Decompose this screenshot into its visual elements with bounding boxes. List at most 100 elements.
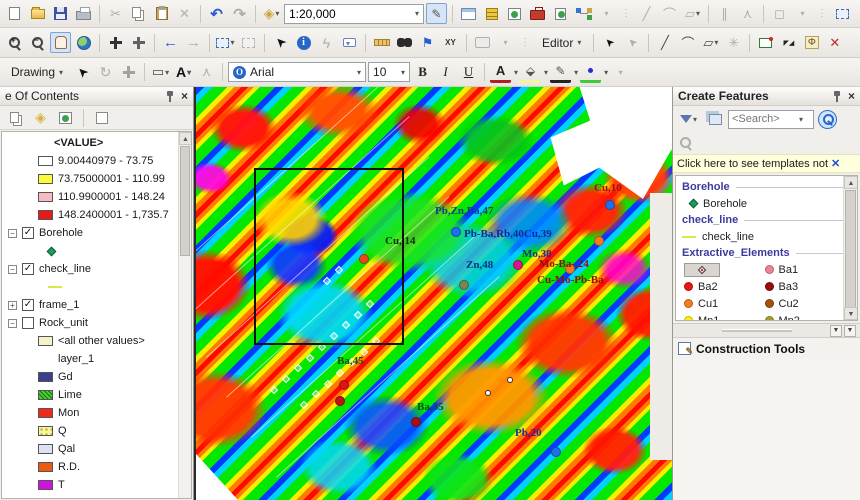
python-window-button[interactable]	[550, 3, 571, 24]
line-color-button[interactable]: ✎	[550, 62, 571, 83]
extra-tool-button[interactable]	[832, 3, 853, 24]
template-scrollbar[interactable]: ▲ ▼	[843, 176, 857, 320]
search-input[interactable]	[732, 113, 798, 125]
template-group-borehole[interactable]: Borehole	[682, 179, 843, 195]
fixed-zoom-in-button[interactable]	[105, 32, 126, 53]
scroll-thumb[interactable]	[845, 190, 856, 321]
toolbar-overflow-button[interactable]: ▾	[495, 32, 516, 53]
marker-color-button[interactable]	[580, 62, 601, 83]
template-filter-button[interactable]: ▾	[678, 109, 699, 130]
template-item[interactable]: Cu1	[682, 295, 763, 312]
catalog-button[interactable]	[481, 3, 502, 24]
class-swatch[interactable]	[38, 192, 53, 202]
template-item[interactable]: Mn2	[763, 312, 844, 321]
save-button[interactable]	[50, 3, 71, 24]
legend-class-row[interactable]: 148.2400001 - 1,735.7	[2, 206, 191, 224]
attributes-button[interactable]: Φ	[801, 32, 822, 53]
scale-input[interactable]	[289, 7, 399, 21]
class-swatch[interactable]	[38, 426, 53, 436]
clear-search-icon[interactable]	[679, 136, 693, 150]
checkline-symbol[interactable]	[48, 286, 62, 288]
scroll-up-button[interactable]: ▲	[844, 176, 858, 189]
create-line-button[interactable]: ╱	[654, 32, 675, 53]
layer-checkbox[interactable]: ✓	[22, 227, 34, 239]
layer-row-checkline[interactable]: −✓check_line	[2, 260, 191, 278]
borehole-symbol[interactable]	[47, 246, 57, 256]
add-data-button[interactable]: ◈▾	[261, 3, 282, 24]
legend-class-row[interactable]: Gd	[2, 368, 191, 386]
class-swatch[interactable]	[38, 372, 53, 382]
trace-tool-button[interactable]: ◻	[769, 3, 790, 24]
cut-button[interactable]: ✂	[105, 3, 126, 24]
legend-class-row[interactable]: Qal	[2, 440, 191, 458]
sketch-line-button[interactable]: ╱	[636, 3, 657, 24]
templates-notice-bar[interactable]: Click here to see templates not ✕	[673, 154, 860, 173]
zoom-in-button[interactable]: +	[4, 32, 25, 53]
attribute-table-button[interactable]	[458, 3, 479, 24]
pin-icon[interactable]	[165, 91, 175, 102]
clear-selection-button[interactable]	[238, 32, 259, 53]
map-canvas[interactable]: Cu,10 Pb,Zn,Ba,47 Pb-Ba,Rb,40Cu,39 Cu, 1…	[194, 87, 672, 500]
toolbar-overflow-button[interactable]: ▾	[596, 3, 617, 24]
template-item-selected[interactable]	[682, 261, 763, 278]
panel-divider[interactable]: ▼ ▼	[673, 323, 860, 337]
toc-close-button[interactable]: ×	[181, 89, 188, 103]
create-arc-button[interactable]: ⌒	[677, 32, 698, 53]
paste-button[interactable]	[151, 3, 172, 24]
zoom-out-button[interactable]: −	[27, 32, 48, 53]
zoom-graphics-button[interactable]	[118, 62, 139, 83]
underline-button[interactable]: U	[458, 62, 479, 83]
drawing-menu[interactable]: Drawing▾	[4, 62, 70, 83]
forward-extent-button[interactable]: →	[183, 32, 204, 53]
toc-scrollbar[interactable]: ▲	[178, 132, 191, 498]
collapse-button[interactable]: ▼	[830, 325, 842, 337]
layer-row-borehole[interactable]: −✓Borehole	[2, 224, 191, 242]
editor-menu[interactable]: Editor▾	[535, 32, 588, 53]
template-group-elements[interactable]: Extractive_Elements	[682, 245, 843, 261]
new-document-button[interactable]	[4, 3, 25, 24]
legend-class-row[interactable]: Q	[2, 422, 191, 440]
undo-button[interactable]: ↶	[206, 3, 227, 24]
font-combo[interactable]: O Arial ▾	[228, 62, 366, 82]
legend-class-row[interactable]: <all other values>	[2, 332, 191, 350]
point-intersection-button[interactable]: ✳	[723, 32, 744, 53]
class-swatch[interactable]	[38, 336, 53, 346]
class-swatch[interactable]	[38, 390, 53, 400]
edit-annotation-button[interactable]: ➤	[618, 28, 648, 58]
list-by-visibility-button[interactable]	[55, 107, 76, 128]
template-item-checkline[interactable]: check_line	[682, 228, 843, 245]
borehole-symbol-row[interactable]	[2, 242, 191, 260]
pan-button[interactable]	[50, 32, 71, 53]
template-group-checkline[interactable]: check_line	[682, 212, 843, 228]
class-swatch[interactable]	[38, 156, 53, 166]
collapse-icon[interactable]: −	[8, 229, 17, 238]
search-window-button[interactable]	[504, 3, 525, 24]
split-button[interactable]: ◤◢	[778, 32, 799, 53]
cut-polygons-button[interactable]: ✕	[824, 32, 845, 53]
bold-button[interactable]: B	[412, 62, 433, 83]
expand-icon[interactable]: +	[8, 301, 17, 310]
italic-button[interactable]: I	[435, 62, 456, 83]
copy-button[interactable]	[128, 3, 149, 24]
delete-button[interactable]: ✕	[174, 3, 195, 24]
template-item[interactable]: Ba3	[763, 278, 844, 295]
full-extent-button[interactable]	[73, 32, 94, 53]
rotate-button[interactable]: ↻	[95, 62, 116, 83]
fill-color-button[interactable]: ⬙	[520, 62, 541, 83]
html-popup-button[interactable]	[339, 32, 360, 53]
class-swatch[interactable]	[38, 408, 53, 418]
notice-close-icon[interactable]: ✕	[831, 157, 840, 170]
template-search-box[interactable]: ▾	[728, 110, 814, 129]
create-polygon-button[interactable]: ▱▾	[700, 32, 721, 53]
toolbar-overflow-button[interactable]: ▾	[610, 62, 631, 83]
legend-class-row[interactable]: 9.00440979 - 73.75	[2, 152, 191, 170]
vertex-tool-button[interactable]: ⋏	[737, 3, 758, 24]
font-size-combo[interactable]: 10 ▾	[368, 62, 410, 82]
print-button[interactable]	[73, 3, 94, 24]
select-elements-button[interactable]: ➤	[266, 28, 296, 58]
select-features-button[interactable]: ▾	[215, 32, 236, 53]
sketch-polygon-button[interactable]: ▱▾	[682, 3, 703, 24]
list-by-drawing-order-button[interactable]	[5, 107, 26, 128]
font-color-button[interactable]: A	[490, 62, 511, 83]
legend-class-row[interactable]: T	[2, 476, 191, 494]
